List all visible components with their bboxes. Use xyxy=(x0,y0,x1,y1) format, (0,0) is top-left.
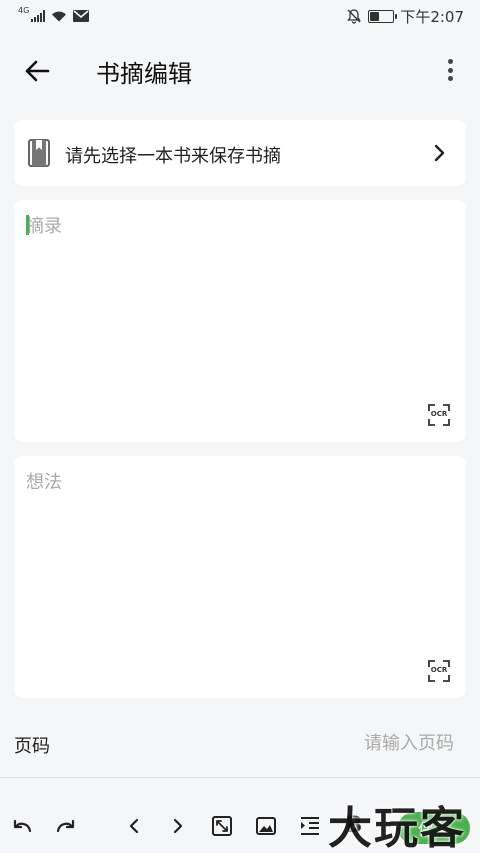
book-select-row[interactable]: 请先选择一本书来保存书摘 xyxy=(14,120,466,186)
divider xyxy=(0,777,480,778)
page-number-row: 页码 xyxy=(0,716,480,768)
bell-muted-icon xyxy=(347,9,362,24)
excerpt-ocr-button[interactable]: OCR xyxy=(428,404,450,426)
excerpt-input[interactable] xyxy=(26,212,454,392)
redo-icon[interactable] xyxy=(54,814,78,838)
thought-input[interactable] xyxy=(26,468,454,648)
watermark-logo: 大玩客 xyxy=(328,803,466,853)
wifi-icon xyxy=(52,11,67,22)
image-icon[interactable] xyxy=(254,814,278,838)
signal-icon xyxy=(31,10,46,22)
cursor-right-icon[interactable] xyxy=(166,814,190,838)
book-icon xyxy=(28,139,50,167)
page-number-input[interactable] xyxy=(274,728,454,758)
thought-ocr-button[interactable]: OCR xyxy=(428,660,450,682)
thought-card: OCR xyxy=(14,456,466,698)
expand-icon[interactable] xyxy=(210,814,234,838)
back-arrow-icon[interactable] xyxy=(22,56,52,86)
app-bar: 书摘编辑 xyxy=(0,40,480,100)
cursor-left-icon[interactable] xyxy=(122,814,146,838)
status-bar: 4G 下午2:07 xyxy=(0,0,480,32)
ocr-label: OCR xyxy=(430,410,448,418)
page-number-label: 页码 xyxy=(14,736,50,757)
chevron-right-icon xyxy=(434,144,445,162)
status-time: 下午2:07 xyxy=(400,7,464,26)
network-type: 4G xyxy=(18,5,30,15)
status-left: 4G xyxy=(18,6,90,22)
ocr-label: OCR xyxy=(430,666,448,674)
indent-icon[interactable] xyxy=(298,814,322,838)
battery-icon xyxy=(368,9,398,23)
page-title: 书摘编辑 xyxy=(96,60,192,88)
book-select-label: 请先选择一本书来保存书摘 xyxy=(65,146,281,167)
more-options-icon[interactable] xyxy=(440,56,460,84)
mail-icon xyxy=(73,10,90,22)
text-cursor xyxy=(26,215,29,235)
excerpt-card: OCR xyxy=(14,200,466,442)
undo-icon[interactable] xyxy=(10,814,34,838)
status-right: 下午2:07 xyxy=(346,6,464,27)
battery-fill xyxy=(370,11,380,21)
